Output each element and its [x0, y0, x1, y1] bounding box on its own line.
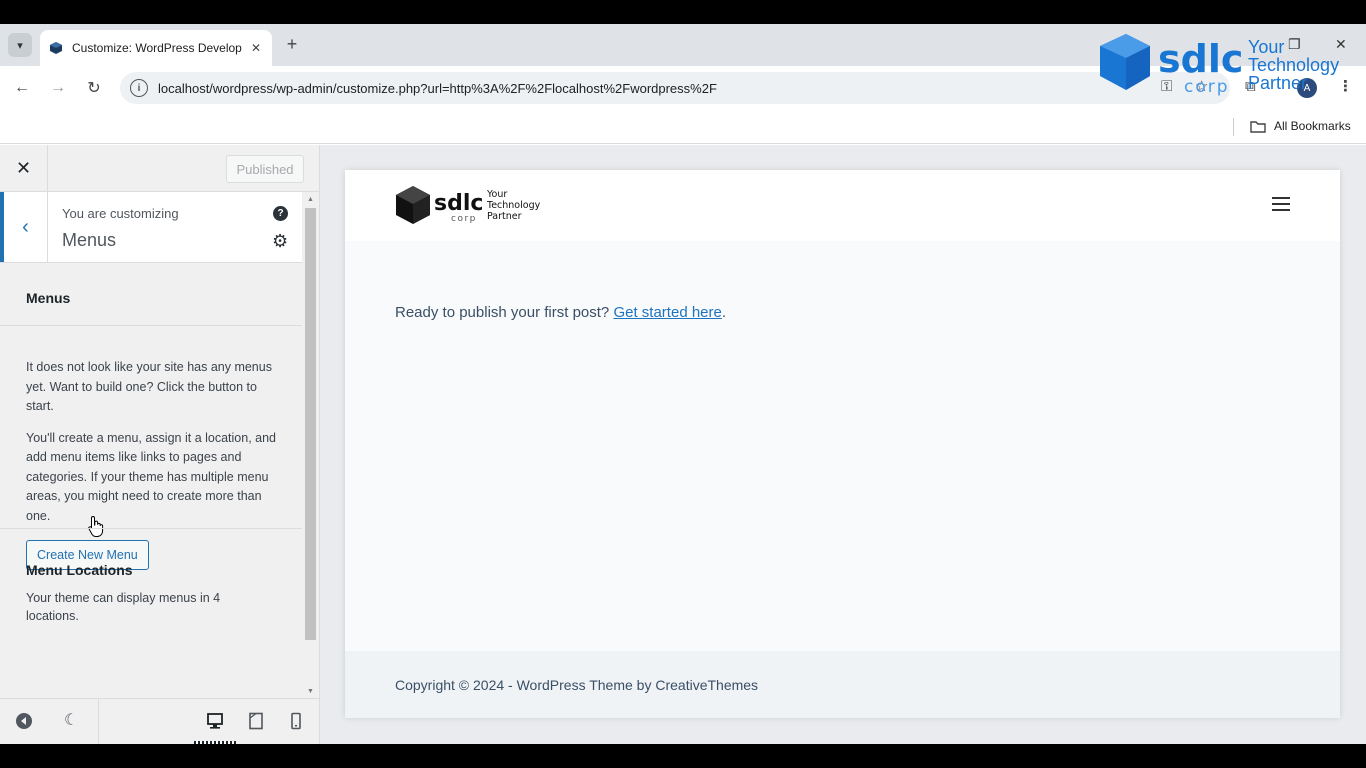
gear-icon[interactable]: ⚙ — [272, 232, 288, 250]
dark-mode-moon-icon[interactable]: ☾ — [64, 712, 78, 730]
back-arrow-icon[interactable]: ← — [10, 76, 34, 100]
site-preview: sdlc corp Your Technology Partner Ready … — [345, 170, 1340, 718]
bookmarks-separator — [1233, 118, 1234, 136]
section-divider — [0, 528, 302, 529]
svg-text:corp: corp — [451, 214, 477, 224]
tablet-preview-icon[interactable] — [248, 712, 264, 735]
copyright-text: Copyright © 2024 - WordPress Theme by Cr… — [395, 677, 759, 693]
back-chevron-icon[interactable]: ‹ — [0, 192, 48, 262]
scrollbar-thumb[interactable] — [305, 208, 316, 640]
svg-text:Partner: Partner — [487, 211, 522, 222]
tab-customize[interactable]: Customize: WordPress Develop ✕ — [40, 30, 272, 66]
get-started-link[interactable]: Get started here — [613, 304, 721, 321]
forward-arrow-icon[interactable]: → — [46, 76, 70, 100]
desktop-preview-icon[interactable] — [206, 712, 224, 735]
sdlc-watermark-logo: sdlc corp Your Technology Partner — [1098, 32, 1348, 102]
browser-window: ▾ Customize: WordPress Develop ✕ + ❐ ✕ ←… — [0, 24, 1366, 744]
customizing-label: You are customizing — [62, 206, 179, 221]
description-paragraph-2: You'll create a menu, assign it a locati… — [26, 430, 276, 523]
active-device-indicator — [194, 741, 236, 744]
svg-text:corp: corp — [1184, 77, 1230, 97]
menu-locations-description: Your theme can display menus in 4 locati… — [26, 591, 221, 623]
svg-text:Your: Your — [486, 189, 507, 200]
help-icon[interactable]: ? — [273, 206, 288, 221]
message-suffix: . — [721, 304, 727, 321]
footer-separator — [98, 699, 99, 744]
all-bookmarks-label: All Bookmarks — [1274, 119, 1351, 133]
message-text: Ready to publish your first post? — [395, 304, 610, 321]
site-info-icon[interactable]: i — [130, 79, 148, 97]
customizer-footer: ☾ — [0, 698, 319, 744]
collapse-sidebar-icon[interactable] — [15, 712, 33, 735]
reload-icon[interactable]: ↻ — [82, 76, 106, 100]
customizer-header: ✕ Published — [0, 145, 319, 192]
all-bookmarks-button[interactable]: All Bookmarks — [1250, 119, 1351, 133]
cube-logo-icon: sdlc corp — [1100, 34, 1243, 97]
scroll-down-arrow-icon[interactable]: ▼ — [307, 688, 314, 695]
customizer-sidebar: ✕ Published ‹ You are customizing Menus … — [0, 145, 320, 744]
svg-text:sdlc: sdlc — [434, 191, 483, 216]
description-paragraph-1: It does not look like your site has any … — [26, 360, 272, 413]
tab-title: Customize: WordPress Develop — [72, 41, 242, 55]
published-button[interactable]: Published — [226, 155, 304, 183]
menus-description: It does not look like your site has any … — [0, 326, 302, 526]
wordpress-favicon-icon — [48, 40, 64, 56]
tab-search-button[interactable]: ▾ — [8, 33, 32, 57]
folder-icon — [1250, 120, 1266, 133]
close-customizer-icon[interactable]: ✕ — [0, 145, 48, 192]
section-header: ‹ You are customizing Menus ? ⚙ — [0, 192, 302, 263]
url-field[interactable]: i localhost/wordpress/wp-admin/customize… — [120, 72, 1230, 104]
url-text: localhost/wordpress/wp-admin/customize.p… — [158, 80, 717, 96]
svg-text:Technology: Technology — [486, 200, 541, 211]
menu-locations-heading: Menu Locations — [26, 562, 133, 578]
site-preview-area: sdlc corp Your Technology Partner Ready … — [320, 145, 1366, 744]
watermark-tagline: Your Technology Partner — [1248, 37, 1340, 93]
site-footer: Copyright © 2024 - WordPress Theme by Cr… — [345, 651, 1340, 718]
tab-close-icon[interactable]: ✕ — [248, 41, 264, 55]
customizer-panel: ‹ You are customizing Menus ? ⚙ Menus It… — [0, 192, 302, 698]
site-header: sdlc corp Your Technology Partner — [345, 170, 1340, 241]
menus-heading: Menus — [0, 263, 302, 326]
sidebar-scrollbar[interactable]: ▲ ▼ — [302, 192, 319, 698]
mobile-preview-icon[interactable] — [290, 712, 302, 735]
section-title: Menus — [62, 230, 117, 250]
site-logo[interactable]: sdlc corp Your Technology Partner — [395, 184, 555, 233]
bookmarks-bar: All Bookmarks — [0, 110, 1366, 144]
scroll-up-arrow-icon[interactable]: ▲ — [307, 196, 314, 203]
svg-text:sdlc: sdlc — [1158, 37, 1243, 81]
empty-posts-message: Ready to publish your first post? Get st… — [395, 304, 726, 321]
hamburger-menu-icon[interactable] — [1272, 197, 1290, 211]
new-tab-button[interactable]: + — [282, 34, 302, 54]
